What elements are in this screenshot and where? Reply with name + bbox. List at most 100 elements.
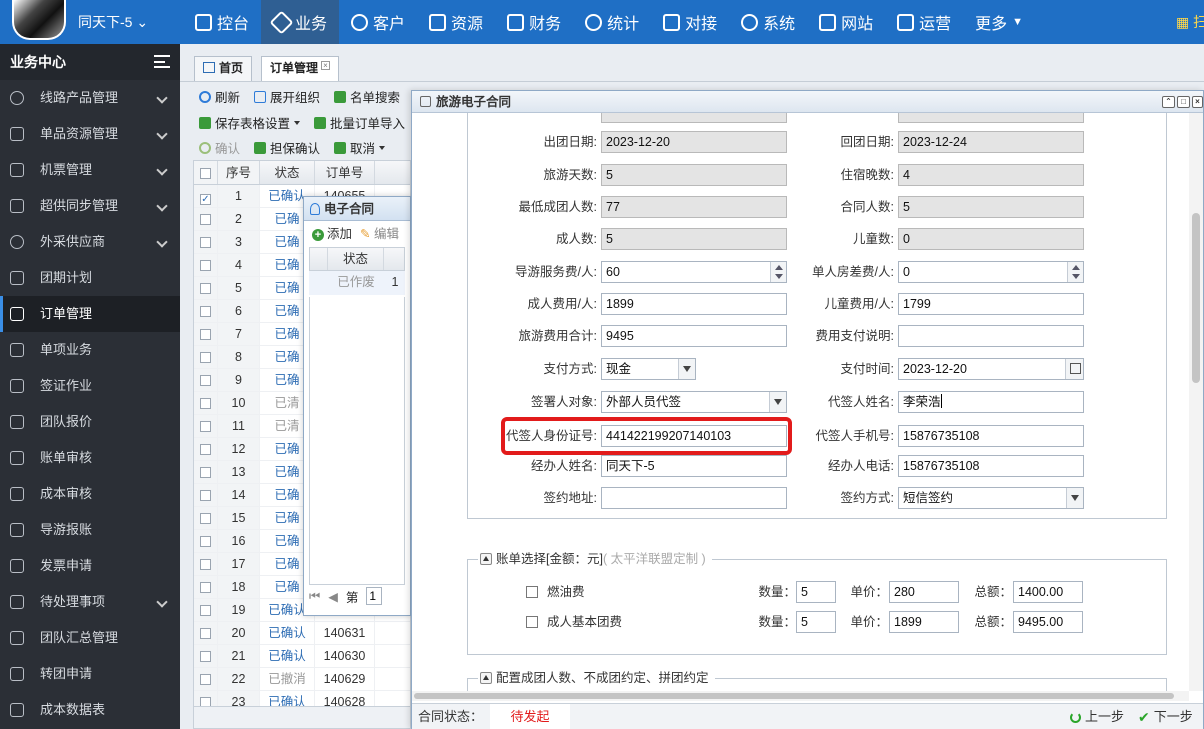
nav-business[interactable]: 业务: [261, 0, 340, 44]
nav-finance[interactable]: 财务: [495, 0, 573, 44]
table-row[interactable]: 22 已撤消 140629: [194, 668, 410, 691]
row-checkbox[interactable]: [194, 438, 218, 460]
adult-base-total-input[interactable]: 9495.00: [1013, 611, 1083, 633]
first-page-icon[interactable]: ⏮: [309, 589, 320, 604]
sidebar-item-pending[interactable]: 待处理事项: [0, 584, 180, 620]
horizontal-scrollbar[interactable]: [412, 691, 1189, 701]
row-checkbox[interactable]: [194, 415, 218, 437]
econtract-row[interactable]: 已作废 1: [309, 271, 405, 295]
save-table-settings-button[interactable]: 保存表格设置: [199, 113, 301, 132]
row-checkbox[interactable]: [194, 208, 218, 230]
fuel-fee-checkbox[interactable]: [526, 586, 538, 598]
sidebar-item-single-resource[interactable]: 单品资源管理: [0, 116, 180, 152]
sidebar-item-external-supplier[interactable]: 外采供应商: [0, 224, 180, 260]
row-checkbox[interactable]: [194, 461, 218, 483]
close-icon[interactable]: ×: [321, 61, 331, 70]
table-row[interactable]: 20 已确认 140631: [194, 622, 410, 645]
select-all-checkbox[interactable]: [194, 161, 218, 184]
bill-section-legend[interactable]: 账单选择[金额：元]( 太平洋联盟定制 ): [478, 550, 712, 568]
sidebar-item-line-products[interactable]: 线路产品管理: [0, 80, 180, 116]
nav-dashboard[interactable]: 控台: [183, 0, 261, 44]
avatar[interactable]: [12, 0, 66, 40]
fuel-price-input[interactable]: 280: [889, 581, 959, 603]
expand-org-button[interactable]: 展开组织: [254, 87, 320, 106]
fuel-total-input[interactable]: 1400.00: [1013, 581, 1083, 603]
sidebar-item-transfer[interactable]: 转团申请: [0, 656, 180, 692]
nav-docking[interactable]: 对接: [651, 0, 729, 44]
col-header-status[interactable]: 状态: [260, 161, 315, 184]
row-checkbox[interactable]: [194, 576, 218, 598]
row-checkbox[interactable]: [194, 484, 218, 506]
tab-home[interactable]: 首页: [194, 56, 253, 81]
list-search-button[interactable]: 名单搜索: [334, 87, 400, 106]
maximize-icon[interactable]: □: [1177, 96, 1190, 108]
nav-customer[interactable]: 客户: [339, 0, 417, 44]
guarantee-confirm-button[interactable]: 担保确认: [254, 138, 320, 157]
col-header-status[interactable]: 状态: [328, 248, 385, 270]
col-header-no[interactable]: 序号: [218, 161, 260, 184]
nav-resource[interactable]: 资源: [417, 0, 495, 44]
row-checkbox[interactable]: [194, 185, 218, 207]
nav-operation[interactable]: 运营: [885, 0, 963, 44]
sidebar-item-cost-audit[interactable]: 成本审核: [0, 476, 180, 512]
sidebar-item-order-management[interactable]: 订单管理: [0, 296, 180, 332]
batch-import-button[interactable]: 批量订单导入: [314, 113, 405, 132]
close-icon[interactable]: ×: [1192, 96, 1203, 108]
row-checkbox[interactable]: [194, 277, 218, 299]
toolbar-row-1: 刷新 展开组织 名单搜索: [193, 84, 411, 109]
prev-step-button[interactable]: 上一步: [1070, 704, 1124, 729]
config-section-legend[interactable]: 配置成团人数、不成团约定、拼团约定: [478, 669, 715, 687]
sidebar-item-flight[interactable]: 机票管理: [0, 152, 180, 188]
row-checkbox[interactable]: [194, 507, 218, 529]
confirm-button[interactable]: 确认: [199, 138, 240, 157]
sidebar-item-cost-data[interactable]: 成本数据表: [0, 692, 180, 728]
sidebar-item-invoice[interactable]: 发票申请: [0, 548, 180, 584]
collapse-icon[interactable]: ⌃: [1162, 96, 1175, 108]
page-input[interactable]: [366, 587, 383, 605]
adult-base-qty-input[interactable]: 5: [796, 611, 836, 633]
nav-system[interactable]: 系统: [729, 0, 807, 44]
cancel-button[interactable]: 取消: [334, 138, 386, 157]
tab-order-management[interactable]: 订单管理 ×: [261, 56, 340, 81]
sidebar-item-single-business[interactable]: 单项业务: [0, 332, 180, 368]
row-checkbox[interactable]: [194, 668, 218, 690]
sidebar-item-team-summary[interactable]: 团队汇总管理: [0, 620, 180, 656]
collapse-toggle-icon[interactable]: [480, 553, 492, 565]
sidebar-item-team-quote[interactable]: 团队报价: [0, 404, 180, 440]
row-checkbox[interactable]: [194, 530, 218, 552]
adult-base-fee-checkbox[interactable]: [526, 616, 538, 628]
sidebar-item-bill-audit[interactable]: 账单审核: [0, 440, 180, 476]
sidebar-item-guide-expense[interactable]: 导游报账: [0, 512, 180, 548]
user-menu[interactable]: 同天下-5 ⌄: [78, 0, 148, 44]
menu-toggle-icon[interactable]: [154, 55, 170, 68]
fuel-qty-input[interactable]: 5: [796, 581, 836, 603]
collapse-toggle-icon[interactable]: [480, 672, 492, 684]
row-checkbox[interactable]: [194, 254, 218, 276]
edit-button[interactable]: ✎ 编辑: [360, 221, 399, 247]
sidebar-item-group-plan[interactable]: 团期计划: [0, 260, 180, 296]
table-row[interactable]: 21 已确认 140630: [194, 645, 410, 668]
row-checkbox[interactable]: [194, 392, 218, 414]
row-checkbox[interactable]: [194, 323, 218, 345]
row-checkbox[interactable]: [194, 553, 218, 575]
col-header-order[interactable]: 订单号: [315, 161, 375, 184]
nav-more[interactable]: 更多 ▼: [963, 0, 1035, 44]
row-checkbox[interactable]: [194, 645, 218, 667]
row-checkbox[interactable]: [194, 622, 218, 644]
row-checkbox[interactable]: [194, 300, 218, 322]
prev-page-icon[interactable]: ◀: [328, 589, 338, 604]
sidebar-item-visa[interactable]: 签证作业: [0, 368, 180, 404]
refresh-button[interactable]: 刷新: [199, 87, 240, 106]
row-checkbox[interactable]: [194, 346, 218, 368]
add-button[interactable]: + 添加: [312, 221, 352, 247]
nav-website[interactable]: 网站: [807, 0, 885, 44]
scan-link[interactable]: ▦ 扫: [1176, 0, 1204, 44]
nav-stats[interactable]: 统计: [573, 0, 651, 44]
row-checkbox[interactable]: [194, 231, 218, 253]
row-checkbox[interactable]: [194, 369, 218, 391]
next-step-button[interactable]: ✔ 下一步: [1138, 704, 1193, 729]
sidebar-item-supply-sync[interactable]: 超供同步管理: [0, 188, 180, 224]
adult-base-price-input[interactable]: 1899: [889, 611, 959, 633]
row-checkbox[interactable]: [194, 599, 218, 621]
vertical-scrollbar[interactable]: [1189, 113, 1203, 691]
